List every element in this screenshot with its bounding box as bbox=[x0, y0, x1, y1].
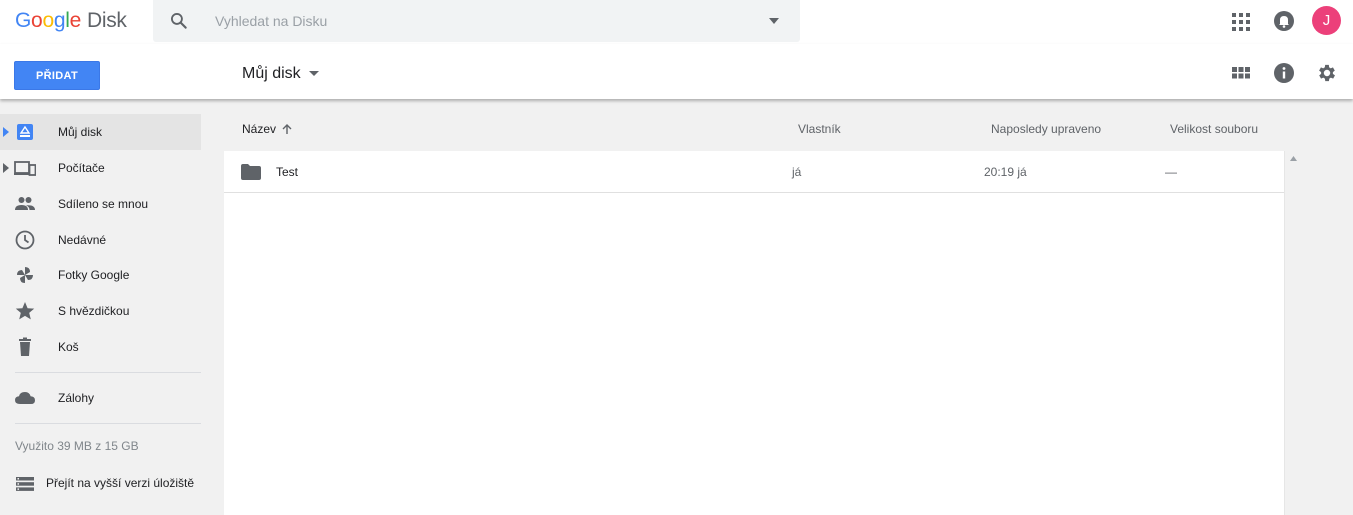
sidebar-item-shared-with-me[interactable]: Sdíleno se mnou bbox=[0, 186, 201, 222]
sidebar-item-google-photos[interactable]: Fotky Google bbox=[0, 257, 201, 293]
expand-arrow-icon[interactable] bbox=[3, 163, 9, 173]
sidebar: Můj disk Počítače Sdíleno se mnou Nedávn… bbox=[0, 99, 222, 515]
file-name: Test bbox=[276, 165, 299, 179]
search-bar bbox=[153, 0, 800, 42]
sidebar-item-backups[interactable]: Zálohy bbox=[0, 380, 201, 416]
scroll-up-arrow-icon[interactable] bbox=[1290, 156, 1297, 161]
google-disk-logo[interactable]: Google Disk bbox=[15, 9, 127, 33]
file-size: — bbox=[1165, 165, 1177, 179]
storage-quota-text: Využito 39 MB z 15 GB bbox=[15, 439, 139, 453]
product-name: Disk bbox=[86, 9, 127, 32]
sidebar-item-my-drive[interactable]: Můj disk bbox=[0, 114, 201, 150]
upgrade-storage-label: Přejít na vyšší verzi úložiště bbox=[46, 476, 195, 490]
scrollbar[interactable] bbox=[1284, 151, 1301, 515]
apps-grid-icon[interactable] bbox=[1229, 10, 1253, 34]
computers-icon bbox=[14, 161, 36, 176]
sidebar-item-label: Zálohy bbox=[58, 391, 95, 405]
storage-icon bbox=[16, 477, 34, 491]
settings-icon[interactable] bbox=[1316, 62, 1338, 84]
sidebar-item-computers[interactable]: Počítače bbox=[0, 150, 201, 186]
sidebar-item-trash[interactable]: Koš bbox=[0, 329, 201, 365]
search-input[interactable] bbox=[215, 0, 755, 42]
table-row[interactable]: Test já 20:19 já — bbox=[224, 151, 1284, 193]
top-header: GoogleDisk J bbox=[0, 0, 1353, 44]
expand-arrow-icon[interactable] bbox=[3, 127, 9, 137]
sidebar-item-starred[interactable]: S hvězdičkou bbox=[0, 293, 201, 329]
breadcrumb-current-folder[interactable]: Můj disk bbox=[242, 65, 301, 83]
sidebar-item-label: Počítače bbox=[58, 161, 105, 175]
column-header-owner[interactable]: Vlastník bbox=[798, 122, 841, 136]
info-icon[interactable] bbox=[1273, 62, 1295, 84]
sidebar-item-label: Fotky Google bbox=[58, 268, 130, 282]
people-icon bbox=[15, 197, 35, 210]
column-header-name[interactable]: Název bbox=[242, 122, 292, 136]
sidebar-item-label: Koš bbox=[58, 340, 79, 354]
sidebar-item-label: Nedávné bbox=[58, 233, 107, 247]
file-list: Test já 20:19 já — bbox=[224, 151, 1284, 515]
sidebar-item-label: Můj disk bbox=[58, 125, 103, 139]
trash-icon bbox=[19, 337, 31, 356]
sidebar-divider bbox=[15, 423, 201, 424]
folder-icon bbox=[241, 164, 261, 180]
column-header-file-size[interactable]: Velikost souboru bbox=[1170, 122, 1258, 136]
file-owner: já bbox=[792, 165, 802, 179]
star-icon bbox=[15, 302, 35, 320]
file-last-modified: 20:19 já bbox=[984, 165, 1027, 179]
grid-view-icon[interactable] bbox=[1230, 62, 1252, 84]
notifications-icon[interactable] bbox=[1272, 9, 1296, 33]
sort-ascending-arrow-icon[interactable] bbox=[282, 123, 292, 135]
breadcrumb[interactable]: Můj disk bbox=[242, 65, 319, 83]
sidebar-divider bbox=[15, 372, 201, 373]
sidebar-item-label: Sdíleno se mnou bbox=[58, 197, 149, 211]
file-list-area: Název Vlastník Naposledy upraveno Veliko… bbox=[222, 99, 1353, 515]
pinwheel-icon bbox=[17, 267, 33, 283]
column-header-last-modified[interactable]: Naposledy upraveno bbox=[991, 122, 1101, 136]
search-options-chevron-down-icon[interactable] bbox=[765, 14, 783, 28]
search-icon[interactable] bbox=[169, 11, 189, 31]
cloud-icon bbox=[15, 392, 35, 404]
account-avatar[interactable]: J bbox=[1312, 6, 1341, 35]
caret-down-icon[interactable] bbox=[308, 71, 319, 77]
new-button[interactable]: PŘIDAT bbox=[14, 61, 100, 90]
sidebar-item-label: S hvězdičkou bbox=[58, 304, 130, 318]
sidebar-item-recent[interactable]: Nedávné bbox=[0, 222, 201, 258]
drive-icon bbox=[17, 124, 33, 140]
toolbar: PŘIDAT Můj disk bbox=[0, 44, 1353, 99]
clock-icon bbox=[15, 230, 35, 250]
upgrade-storage-link[interactable]: Přejít na vyšší verzi úložiště bbox=[0, 469, 201, 499]
